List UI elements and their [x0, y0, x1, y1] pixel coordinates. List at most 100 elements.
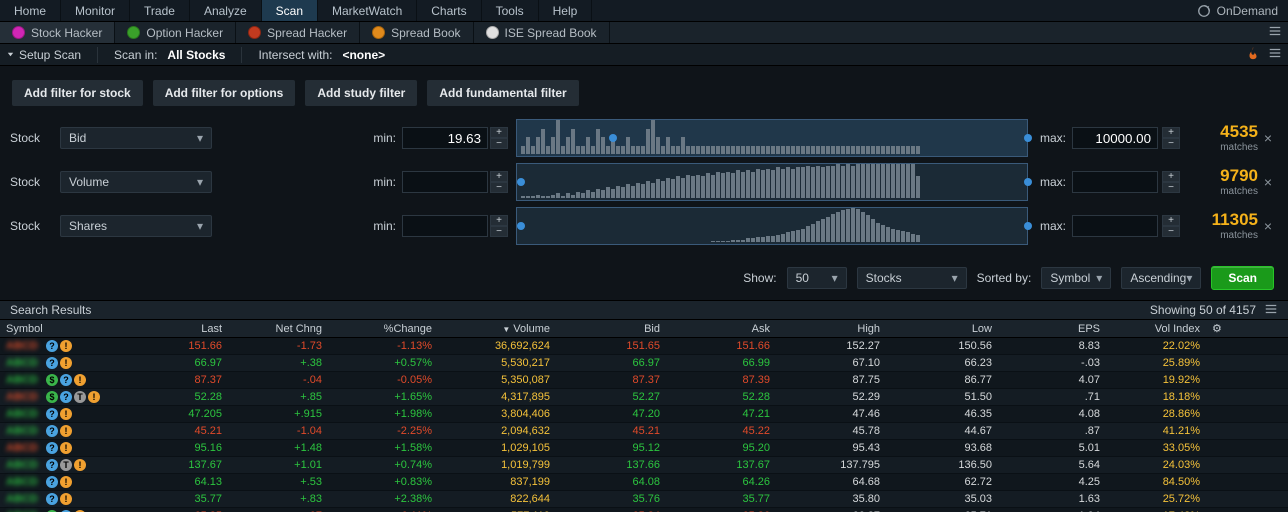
menu-monitor[interactable]: Monitor: [61, 0, 130, 21]
table-row[interactable]: ABCD?T!137.67+1.01+0.74%1,019,799137.661…: [0, 457, 1288, 474]
blue-dot-icon: ?: [46, 459, 58, 471]
menu-marketwatch[interactable]: MarketWatch: [318, 0, 417, 21]
min-spinner[interactable]: +−: [490, 127, 508, 149]
menu-trade[interactable]: Trade: [130, 0, 190, 21]
add-fundamental-filter-button[interactable]: Add fundamental filter: [427, 80, 578, 106]
column-header[interactable]: Last: [130, 323, 228, 335]
max-label: max:: [1032, 175, 1072, 189]
table-row[interactable]: ABCD?!45.21-1.04-2.25%2,094,63245.2145.2…: [0, 423, 1288, 440]
table-row[interactable]: ABCD?!47.205+.915+1.98%3,804,40647.2047.…: [0, 406, 1288, 423]
range-handle-left[interactable]: [609, 120, 617, 156]
add-stock-filter-button[interactable]: Add filter for stock: [12, 80, 143, 106]
histogram[interactable]: [516, 163, 1028, 201]
table-row[interactable]: ABCD?!64.13+.53+0.83%837,19964.0864.2664…: [0, 474, 1288, 491]
min-input[interactable]: [402, 171, 488, 193]
table-row[interactable]: ABCD$?T!52.28+.85+1.65%4,317,89552.2752.…: [0, 389, 1288, 406]
histogram[interactable]: [516, 119, 1028, 157]
gear-icon[interactable]: ⚙: [1206, 322, 1218, 335]
menu-home[interactable]: Home: [0, 0, 61, 21]
sort-column-dropdown[interactable]: Symbol▾: [1041, 267, 1111, 289]
max-spinner[interactable]: +−: [1162, 127, 1180, 149]
min-input[interactable]: [402, 127, 488, 149]
column-header[interactable]: ▼ Volume: [438, 323, 556, 335]
results-table: SymbolLastNet Chng%Change▼ VolumeBidAskH…: [0, 320, 1288, 512]
min-spinner[interactable]: +−: [490, 215, 508, 237]
column-header[interactable]: Bid: [556, 323, 666, 335]
column-header[interactable]: %Change: [328, 323, 438, 335]
min-spinner[interactable]: +−: [490, 171, 508, 193]
filter-kind-label: Stock: [10, 219, 60, 233]
remove-filter-button[interactable]: ×: [1258, 130, 1278, 146]
match-count: 4535matches: [1190, 122, 1258, 154]
subtab-option-hacker[interactable]: Option Hacker: [115, 22, 236, 43]
menu-help[interactable]: Help: [539, 0, 593, 21]
filter-criteria-dropdown[interactable]: Volume▾: [60, 171, 212, 193]
red-icon: [248, 26, 261, 39]
range-handle-right[interactable]: [1024, 120, 1032, 156]
orange-dot-icon: !: [74, 374, 86, 386]
table-row[interactable]: ABCD?!151.66-1.73-1.13%36,692,624151.651…: [0, 338, 1288, 355]
subtab-stock-hacker[interactable]: Stock Hacker: [0, 22, 115, 43]
flame-icon[interactable]: [1246, 46, 1260, 63]
max-input[interactable]: [1072, 215, 1158, 237]
menu-icon[interactable]: [1268, 24, 1282, 41]
green-icon: [127, 26, 140, 39]
range-handle-right[interactable]: [1024, 164, 1032, 200]
table-row[interactable]: ABCD?!35.77+.83+2.38%822,64435.7635.7735…: [0, 491, 1288, 508]
symbol-text: ABCD: [6, 340, 44, 352]
intersect-value[interactable]: <none>: [342, 48, 385, 62]
add-study-filter-button[interactable]: Add study filter: [305, 80, 417, 106]
filter-criteria-dropdown[interactable]: Bid▾: [60, 127, 212, 149]
add-options-filter-button[interactable]: Add filter for options: [153, 80, 296, 106]
column-header[interactable]: EPS: [998, 323, 1106, 335]
max-spinner[interactable]: +−: [1162, 171, 1180, 193]
min-label: min:: [356, 175, 402, 189]
table-row[interactable]: ABCD?!95.16+1.48+1.58%1,029,10595.1295.2…: [0, 440, 1288, 457]
table-row[interactable]: ABCD$?!65.85-.07-0.11%577,11965.8465.866…: [0, 508, 1288, 512]
remove-filter-button[interactable]: ×: [1258, 218, 1278, 234]
menu-scan[interactable]: Scan: [262, 0, 318, 21]
column-header[interactable]: Vol Index: [1106, 323, 1206, 335]
orange-dot-icon: !: [60, 408, 72, 420]
setup-scan-button[interactable]: Setup Scan: [6, 48, 81, 62]
sort-order-dropdown[interactable]: Ascending▾: [1121, 267, 1201, 289]
filter-row: StockShares▾min:+−max:+−11305matches×: [10, 204, 1278, 248]
menu-icon[interactable]: [1264, 302, 1278, 319]
column-header[interactable]: Low: [886, 323, 998, 335]
symbol-text: ABCD: [6, 425, 44, 437]
scan-in-value[interactable]: All Stocks: [167, 48, 225, 62]
menu-tools[interactable]: Tools: [482, 0, 539, 21]
menu-charts[interactable]: Charts: [417, 0, 481, 21]
column-header[interactable]: High: [776, 323, 886, 335]
max-input[interactable]: [1072, 171, 1158, 193]
histogram[interactable]: [516, 207, 1028, 245]
symbol-text: ABCD: [6, 391, 44, 403]
subtab-spread-hacker[interactable]: Spread Hacker: [236, 22, 360, 43]
symbol-text: ABCD: [6, 459, 44, 471]
menu-analyze[interactable]: Analyze: [190, 0, 262, 21]
range-handle-left[interactable]: [517, 208, 525, 244]
menu-icon[interactable]: [1268, 46, 1282, 63]
symbol-text: ABCD: [6, 493, 44, 505]
subtab-ise-spread-book[interactable]: ISE Spread Book: [474, 22, 610, 43]
scan-button[interactable]: Scan: [1211, 266, 1274, 290]
category-dropdown[interactable]: Stocks▾: [857, 267, 967, 289]
show-count-dropdown[interactable]: 50▾: [787, 267, 847, 289]
table-row[interactable]: ABCD?!66.97+.38+0.57%5,530,21766.9766.99…: [0, 355, 1288, 372]
remove-filter-button[interactable]: ×: [1258, 174, 1278, 190]
range-handle-left[interactable]: [517, 164, 525, 200]
orange-dot-icon: !: [60, 442, 72, 454]
max-input[interactable]: [1072, 127, 1158, 149]
column-header[interactable]: Ask: [666, 323, 776, 335]
ondemand-button[interactable]: OnDemand: [1187, 0, 1288, 21]
column-header[interactable]: Symbol: [0, 323, 130, 335]
min-input[interactable]: [402, 215, 488, 237]
range-handle-right[interactable]: [1024, 208, 1032, 244]
column-header[interactable]: Net Chng: [228, 323, 328, 335]
filter-criteria-dropdown[interactable]: Shares▾: [60, 215, 212, 237]
white-icon: [486, 26, 499, 39]
match-count: 9790matches: [1190, 166, 1258, 198]
max-spinner[interactable]: +−: [1162, 215, 1180, 237]
subtab-spread-book[interactable]: Spread Book: [360, 22, 473, 43]
table-row[interactable]: ABCD$?!87.37-.04-0.05%5,350,08787.3787.3…: [0, 372, 1288, 389]
